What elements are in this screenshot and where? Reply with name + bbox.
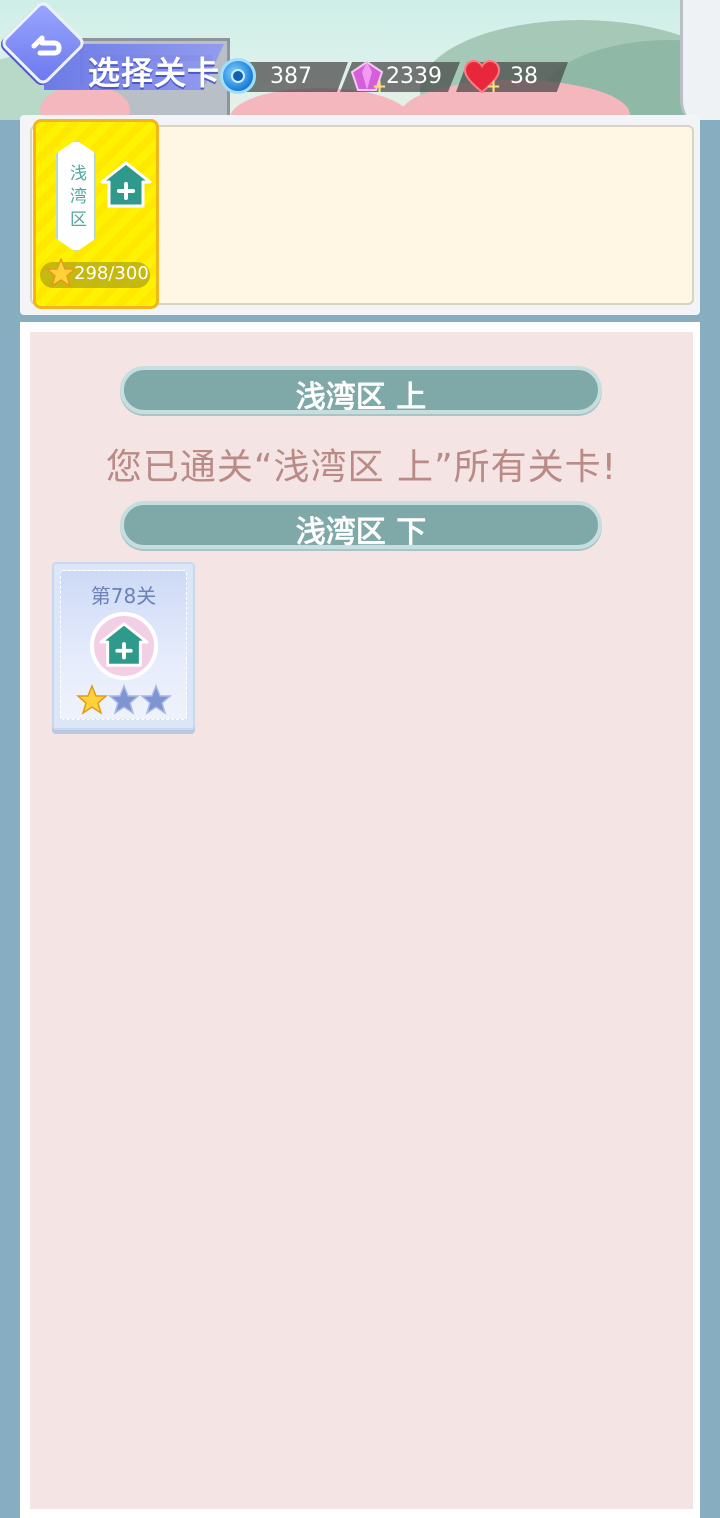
section-cleared-message: 您已通关“浅湾区 上”所有关卡! (105, 447, 618, 488)
area-star-count: 298/300 (74, 263, 149, 284)
star-icon (46, 258, 76, 288)
section-title-upper: 浅湾区 上 (295, 380, 427, 415)
level-star-rating (76, 684, 172, 715)
level-name: 第78关 (90, 584, 157, 608)
section-title-lower: 浅湾区 下 (295, 515, 427, 550)
star-empty-icon (140, 684, 172, 715)
star-empty-icon (108, 684, 140, 715)
back-button[interactable] (0, 0, 95, 95)
area-name: 浅湾区 (66, 164, 86, 233)
gem-plus-icon[interactable]: + (372, 76, 387, 97)
lives-plus-icon[interactable]: + (486, 76, 501, 97)
lives-count: 38 (510, 64, 538, 89)
coin-count: 387 (270, 64, 312, 89)
page-title: 选择关卡 (88, 54, 221, 92)
coin-icon-center (231, 69, 245, 83)
back-arrow-icon (31, 35, 62, 56)
gem-count: 2339 (386, 64, 442, 89)
house-plus-icon (100, 161, 152, 208)
star-earned-icon (76, 684, 108, 715)
house-plus-icon (99, 622, 149, 667)
curtain-decoration (680, 0, 720, 120)
